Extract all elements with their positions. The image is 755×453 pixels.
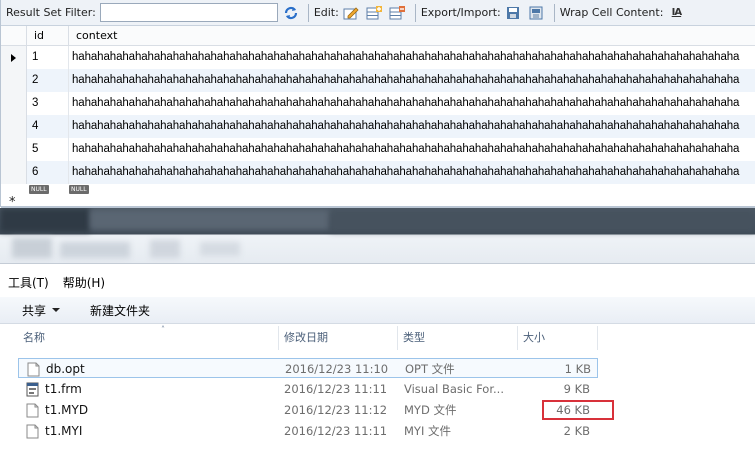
file-name: t1.frm (45, 382, 82, 396)
column-header-modified[interactable]: 修改日期 (279, 326, 398, 350)
current-row-arrow-icon (1, 46, 27, 69)
new-folder-button[interactable]: 新建文件夹 (90, 302, 150, 319)
cell-id[interactable]: 1 (27, 46, 69, 69)
edit-row-icon[interactable] (342, 3, 362, 23)
size-highlight-annotation (542, 400, 614, 420)
table-row[interactable]: 6 hahahahahahahahahahahahahahahahahahaha… (1, 161, 755, 184)
column-header-context[interactable]: context (69, 26, 755, 46)
file-type: OPT 文件 (405, 362, 455, 376)
result-filter-input[interactable] (99, 3, 278, 22)
row-indicator-header (1, 26, 27, 46)
share-label: 共享 (22, 303, 47, 318)
file-row-t1-myi[interactable]: t1.MYI 2016/12/23 11:11 MYI 文件 2 KB (18, 421, 598, 441)
row-indicator (1, 92, 27, 115)
chevron-down-icon (52, 308, 61, 312)
menu-bar: 工具(T) 帮助(H) (0, 263, 755, 297)
file-modified: 2016/12/23 11:11 (284, 424, 388, 438)
cell-id[interactable]: 6 (27, 161, 69, 184)
blurred-block (60, 242, 130, 258)
file-type: MYD 文件 (404, 403, 457, 417)
menu-help[interactable]: 帮助(H) (57, 274, 113, 291)
blurred-window-area (0, 208, 755, 263)
blurred-block (0, 208, 90, 232)
edit-label: Edit: (313, 6, 339, 19)
toolbar-separator (307, 3, 309, 22)
table-row[interactable]: 2 hahahahahahahahahahahahahahahahahahaha… (1, 69, 755, 92)
file-modified: 2016/12/23 11:11 (284, 382, 388, 396)
row-indicator (1, 115, 27, 138)
result-toolbar: Result Set Filter: Edit: Export/Import: … (1, 0, 755, 26)
table-row[interactable]: 4 hahahahahahahahahahahahahahahahahahaha… (1, 115, 755, 138)
row-indicator (1, 161, 27, 184)
vb-form-icon (26, 382, 39, 396)
cell-context[interactable]: hahahahahahahahahahahahahahahahahahahaha… (69, 115, 755, 138)
result-grid: id context 1 hahahahahahahahahahahahahah… (1, 26, 755, 210)
column-header-type[interactable]: 类型 (398, 326, 518, 350)
file-size: 1 KB (564, 362, 591, 376)
delete-row-icon[interactable] (388, 3, 408, 23)
export-import-label: Export/Import: (420, 6, 501, 19)
file-list-header: ˄ 名称 修改日期 类型 大小 (18, 325, 755, 350)
toolbar-separator (414, 3, 416, 22)
column-header-name[interactable]: 名称 (18, 326, 279, 350)
cell-id[interactable]: 4 (27, 115, 69, 138)
blurred-block (90, 210, 330, 230)
menu-tools[interactable]: 工具(T) (0, 274, 57, 291)
null-badge-id: NULL (29, 185, 49, 194)
import-icon[interactable] (527, 3, 547, 23)
cell-id[interactable]: 2 (27, 69, 69, 92)
result-grid-panel: Result Set Filter: Edit: Export/Import: … (0, 0, 755, 210)
table-row[interactable]: 3 hahahahahahahahahahahahahahahahahahaha… (1, 92, 755, 115)
cell-id[interactable]: 3 (27, 92, 69, 115)
file-modified: 2016/12/23 11:10 (285, 362, 389, 376)
wrap-cell-icon[interactable]: IA (666, 3, 686, 23)
column-header-size[interactable]: 大小 (518, 326, 598, 350)
document-icon (26, 424, 39, 438)
refresh-icon[interactable] (281, 3, 301, 23)
row-indicator (1, 69, 27, 92)
null-placeholder-row[interactable]: NULL NULL (1, 184, 755, 196)
document-icon (27, 362, 40, 376)
cell-context[interactable]: hahahahahahahahahahahahahahahahahahahaha… (69, 161, 755, 184)
toolbar-separator (553, 3, 555, 22)
blurred-block (12, 238, 52, 258)
filter-label: Result Set Filter: (6, 6, 96, 19)
new-folder-label: 新建文件夹 (90, 303, 151, 318)
share-button[interactable]: 共享 (22, 302, 61, 319)
row-indicator (1, 138, 27, 161)
export-icon[interactable] (504, 3, 524, 23)
cell-id[interactable]: 5 (27, 138, 69, 161)
cell-context[interactable]: hahahahahahahahahahahahahahahahahahahaha… (69, 138, 755, 161)
cell-context[interactable]: hahahahahahahahahahahahahahahahahahahaha… (69, 69, 755, 92)
blurred-block (150, 240, 180, 258)
file-size: 9 KB (563, 382, 590, 396)
file-row-t1-myd[interactable]: t1.MYD 2016/12/23 11:12 MYD 文件 46 KB (18, 400, 598, 420)
file-modified: 2016/12/23 11:12 (284, 403, 388, 417)
cell-context[interactable]: hahahahahahahahahahahahahahahahahahahaha… (69, 92, 755, 115)
document-icon (26, 403, 39, 417)
grid-header: id context (1, 26, 755, 46)
file-name: t1.MYI (45, 424, 83, 438)
wrap-cell-label: Wrap Cell Content: (559, 6, 664, 19)
file-size: 2 KB (563, 424, 590, 438)
command-bar: 共享 新建文件夹 (0, 297, 755, 324)
table-row[interactable]: 5 hahahahahahahahahahahahahahahahahahaha… (1, 138, 755, 161)
file-type: Visual Basic For... (404, 382, 504, 396)
cell-context[interactable]: hahahahahahahahahahahahahahahahahahahaha… (69, 46, 755, 69)
file-type: MYI 文件 (404, 424, 451, 438)
file-name: db.opt (46, 362, 85, 376)
file-row-db-opt[interactable]: db.opt 2016/12/23 11:10 OPT 文件 1 KB (18, 358, 598, 378)
column-header-id[interactable]: id (27, 26, 69, 46)
null-badge-context: NULL (69, 185, 89, 194)
blurred-block (330, 210, 755, 232)
blurred-block (200, 242, 240, 256)
file-name: t1.MYD (45, 403, 89, 417)
table-row[interactable]: 1 hahahahahahahahahahahahahahahahahahaha… (1, 46, 755, 69)
add-row-icon[interactable] (365, 3, 385, 23)
file-row-t1-frm[interactable]: t1.frm 2016/12/23 11:11 Visual Basic For… (18, 379, 598, 399)
